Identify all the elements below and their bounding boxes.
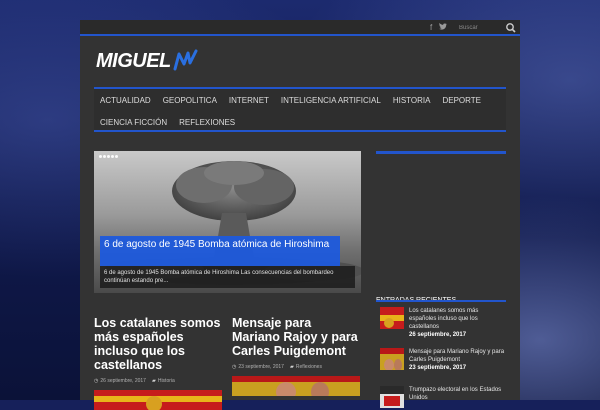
top-accent-line xyxy=(80,34,520,36)
nav-item-inteligencia-artificial[interactable]: INTELIGENCIA ARTIFICIAL xyxy=(275,89,387,112)
nav-item-actualidad[interactable]: ACTUALIDAD xyxy=(94,89,157,112)
nav-item-geopolitica[interactable]: GEOPOLITICA xyxy=(157,89,223,112)
facebook-icon[interactable]: f xyxy=(430,23,432,32)
featured-slider[interactable]: 6 de agosto de 1945 Bomba atómica de Hir… xyxy=(94,151,361,293)
article-meta: ◷ 26 septiembre, 2017 ▰ Historia xyxy=(94,378,222,384)
article-thumbnail[interactable] xyxy=(232,376,360,396)
article-meta: ◷ 23 septiembre, 2017 ▰ Reflexiones xyxy=(232,364,360,370)
flag-thumbnail-image xyxy=(380,307,404,329)
clock-icon: ◷ xyxy=(94,378,99,384)
recent-post-text: Mensaje para Mariano Rajoy y para Carles… xyxy=(409,348,507,371)
slide-excerpt: 6 de agosto de 1945 Bomba atómica de Hir… xyxy=(104,270,334,284)
slider-dot[interactable] xyxy=(107,155,110,158)
site-container: f MIGUEL ACTUALIDADGEOPOLITICAINTERNETIN… xyxy=(80,20,520,410)
recent-post-title[interactable]: Mensaje para Mariano Rajoy y para Carles… xyxy=(409,348,507,364)
slider-dot[interactable] xyxy=(115,155,118,158)
folder-icon: ▰ xyxy=(151,378,156,384)
recent-post-date: 26 septiembre, 2017 xyxy=(409,332,467,338)
nav-bottom-accent xyxy=(94,130,506,132)
article-title[interactable]: Los catalanes somos más españoles inclus… xyxy=(94,316,222,372)
recent-post-date: 23 septiembre, 2017 xyxy=(409,365,467,371)
slider-dot[interactable] xyxy=(103,155,106,158)
slider-dot[interactable] xyxy=(111,155,114,158)
recent-post-title[interactable]: Los catalanes somos más españoles inclus… xyxy=(409,307,507,331)
social-links: f xyxy=(430,23,452,32)
article-card: Los catalanes somos más españoles inclus… xyxy=(94,316,222,410)
nav-item-internet[interactable]: INTERNET xyxy=(223,89,275,112)
recent-post-text: Trumpazo electoral en los Estados Unidos xyxy=(409,386,507,403)
article-category[interactable]: Reflexiones xyxy=(296,364,322,370)
main-navigation: ACTUALIDAD GEOPOLITICA INTERNET INTELIGENCI… xyxy=(94,89,506,131)
folder-icon: ▰ xyxy=(289,364,294,370)
slide-title[interactable]: 6 de agosto de 1945 Bomba atómica de Hir… xyxy=(100,236,340,254)
search-input[interactable] xyxy=(456,22,506,33)
nav-item-deporte[interactable]: DEPORTE xyxy=(436,89,487,112)
article-date: 23 septiembre, 2017 xyxy=(238,364,284,370)
clock-icon: ◷ xyxy=(232,364,237,370)
top-bar: f xyxy=(80,20,520,36)
article-title[interactable]: Mensaje para Mariano Rajoy y para Carles… xyxy=(232,316,360,358)
nav-item-historia[interactable]: HISTORIA xyxy=(387,89,437,112)
recent-post-thumbnail[interactable] xyxy=(380,348,404,370)
recent-posts-heading: ENTRADAS RECIENTES xyxy=(376,289,506,304)
article-date: 26 septiembre, 2017 xyxy=(100,378,146,384)
nav-row-primary: ACTUALIDAD GEOPOLITICA INTERNET INTELIGENCI… xyxy=(94,89,487,112)
portraits-thumbnail-image xyxy=(380,348,404,370)
search-button[interactable] xyxy=(504,21,518,35)
slider-dot[interactable] xyxy=(99,155,102,158)
slide-excerpt-box: 6 de agosto de 1945 Bomba atómica de Hir… xyxy=(100,266,355,288)
portraits-thumbnail-image xyxy=(232,376,360,396)
logo-mark-icon xyxy=(173,49,198,71)
site-logo[interactable]: MIGUEL xyxy=(96,48,199,74)
sidebar-accent-line xyxy=(376,151,506,154)
search-icon xyxy=(506,23,516,33)
slider-pager[interactable] xyxy=(99,155,119,158)
flag-thumbnail-image xyxy=(94,390,222,410)
recent-posts-accent xyxy=(376,300,506,302)
article-category[interactable]: Historia xyxy=(158,378,175,384)
recent-post-thumbnail[interactable] xyxy=(380,386,404,408)
logo-text: MIGUEL xyxy=(96,49,171,72)
election-thumbnail-image xyxy=(380,386,404,408)
twitter-icon[interactable] xyxy=(439,23,448,32)
recent-post-thumbnail[interactable] xyxy=(380,307,404,329)
article-thumbnail[interactable] xyxy=(94,390,222,410)
slide-title-box[interactable]: 6 de agosto de 1945 Bomba atómica de Hir… xyxy=(100,236,340,266)
article-card: Mensaje para Mariano Rajoy y para Carles… xyxy=(232,316,360,396)
recent-post-text: Los catalanes somos más españoles inclus… xyxy=(409,307,507,338)
